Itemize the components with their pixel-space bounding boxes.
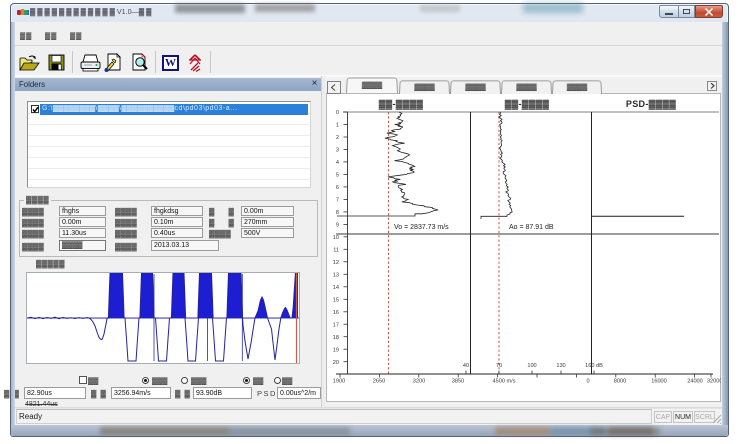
svg-text:1: 1 — [336, 123, 339, 129]
svg-text:10: 10 — [333, 235, 339, 241]
svg-text:▓▓-▓▓▓▓: ▓▓-▓▓▓▓ — [379, 99, 424, 110]
svg-text:17: 17 — [333, 322, 339, 328]
svg-text:160 dB: 160 dB — [585, 363, 603, 369]
svg-text:7: 7 — [336, 198, 339, 204]
svg-text:32000 u: 32000 u — [707, 379, 721, 385]
svg-text:Ao = 87.91 dB: Ao = 87.91 dB — [509, 224, 554, 231]
svg-text:3200: 3200 — [413, 379, 425, 385]
svg-text:70: 70 — [496, 363, 502, 369]
svg-text:130: 130 — [556, 363, 565, 369]
svg-text:5: 5 — [336, 173, 339, 179]
svg-text:3850: 3850 — [452, 379, 464, 385]
svg-text:16000: 16000 — [651, 379, 667, 385]
svg-text:12: 12 — [333, 260, 339, 266]
svg-text:6: 6 — [336, 185, 339, 191]
svg-text:1900: 1900 — [333, 379, 345, 385]
svg-text:13: 13 — [333, 273, 339, 279]
svg-text:8: 8 — [336, 210, 339, 216]
svg-text:19: 19 — [333, 347, 339, 353]
svg-text:2650: 2650 — [373, 379, 385, 385]
svg-text:24000: 24000 — [687, 379, 703, 385]
svg-text:2: 2 — [336, 135, 339, 141]
svg-text:40: 40 — [463, 363, 469, 369]
svg-text:0: 0 — [336, 110, 339, 116]
svg-text:PSD-▓▓▓▓: PSD-▓▓▓▓ — [626, 99, 676, 110]
svg-text:14: 14 — [333, 285, 339, 291]
svg-text:4: 4 — [336, 160, 339, 166]
svg-text:3: 3 — [336, 148, 339, 154]
svg-text:16: 16 — [333, 310, 339, 316]
svg-text:100: 100 — [527, 363, 536, 369]
svg-text:15: 15 — [333, 298, 339, 304]
svg-text:9: 9 — [336, 223, 339, 229]
svg-text:▓▓-▓▓▓▓: ▓▓-▓▓▓▓ — [505, 99, 550, 110]
svg-text:0: 0 — [586, 379, 589, 385]
svg-text:11: 11 — [333, 248, 339, 254]
svg-text:18: 18 — [333, 335, 339, 341]
svg-text:Vo = 2837.73 m/s: Vo = 2837.73 m/s — [394, 224, 449, 231]
svg-text:4500 m/s: 4500 m/s — [492, 379, 515, 385]
svg-text:20: 20 — [333, 360, 339, 366]
svg-text:8000: 8000 — [614, 379, 626, 385]
